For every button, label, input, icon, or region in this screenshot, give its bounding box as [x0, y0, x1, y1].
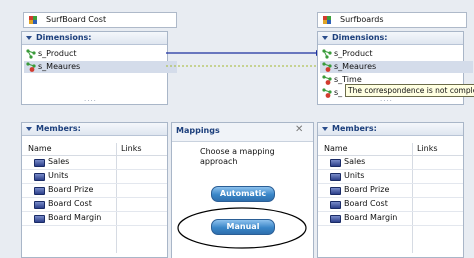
member-label: Units	[344, 171, 365, 180]
column-header-name[interactable]: Name	[324, 143, 348, 155]
close-icon[interactable]: ✕	[295, 124, 303, 135]
target-dimension-item[interactable]: s_Meaures	[320, 61, 473, 73]
target-member-row[interactable]: Board Margin	[318, 211, 412, 225]
measure-icon	[330, 201, 341, 209]
mappings-panel: Mappings ✕ Choose a mapping approach Aut…	[171, 122, 314, 258]
measure-icon	[330, 187, 341, 195]
target-member-row[interactable]: Board Cost	[318, 197, 412, 211]
member-label: Board Cost	[344, 199, 388, 208]
target-dimensions-header[interactable]: Dimensions:	[318, 32, 463, 45]
dimension-tree-icon	[322, 62, 332, 72]
target-members-header-label: Members:	[332, 124, 377, 133]
target-members-panel: Members: Name Links Sales Units Board Pr…	[317, 122, 464, 258]
target-dimensions-header-label: Dimensions:	[332, 33, 388, 42]
triangle-down-icon	[322, 36, 328, 40]
dimension-tree-icon	[322, 75, 332, 85]
column-divider	[412, 143, 413, 253]
target-member-row[interactable]: Units	[318, 169, 412, 183]
measure-icon	[330, 215, 341, 223]
cube-icon	[323, 16, 331, 24]
grid-line	[318, 225, 463, 226]
manual-highlight-circle	[177, 207, 307, 249]
target-member-row[interactable]: Sales	[318, 155, 412, 169]
measure-icon	[330, 159, 341, 167]
target-cube-title-box: Surfboards	[317, 12, 467, 28]
member-label: Sales	[344, 157, 366, 166]
correspondence-tooltip: The correspondence is not comple	[345, 84, 474, 97]
dimension-tree-icon	[322, 49, 332, 59]
target-dimension-item[interactable]: s_Product	[320, 48, 473, 60]
target-members-header[interactable]: Members:	[318, 123, 463, 136]
target-dimension-label: s_Meaures	[334, 62, 377, 71]
target-dimension-label: s_Product	[334, 49, 373, 58]
member-label: Board Margin	[344, 213, 398, 222]
target-dimension-label: s_Time	[334, 75, 362, 84]
member-label: Board Prize	[344, 185, 390, 194]
triangle-down-icon	[322, 127, 328, 131]
target-member-row[interactable]: Board Prize	[318, 183, 412, 197]
target-dimension-label: s_	[334, 88, 343, 97]
target-cube-title: Surfboards	[340, 15, 384, 24]
mappings-body: Choose a mapping approach Automatic Manu…	[172, 141, 313, 258]
measure-icon	[330, 173, 341, 181]
column-header-links[interactable]: Links	[417, 143, 438, 155]
dimension-tree-icon	[322, 88, 332, 98]
mappings-title: Mappings	[176, 126, 220, 135]
